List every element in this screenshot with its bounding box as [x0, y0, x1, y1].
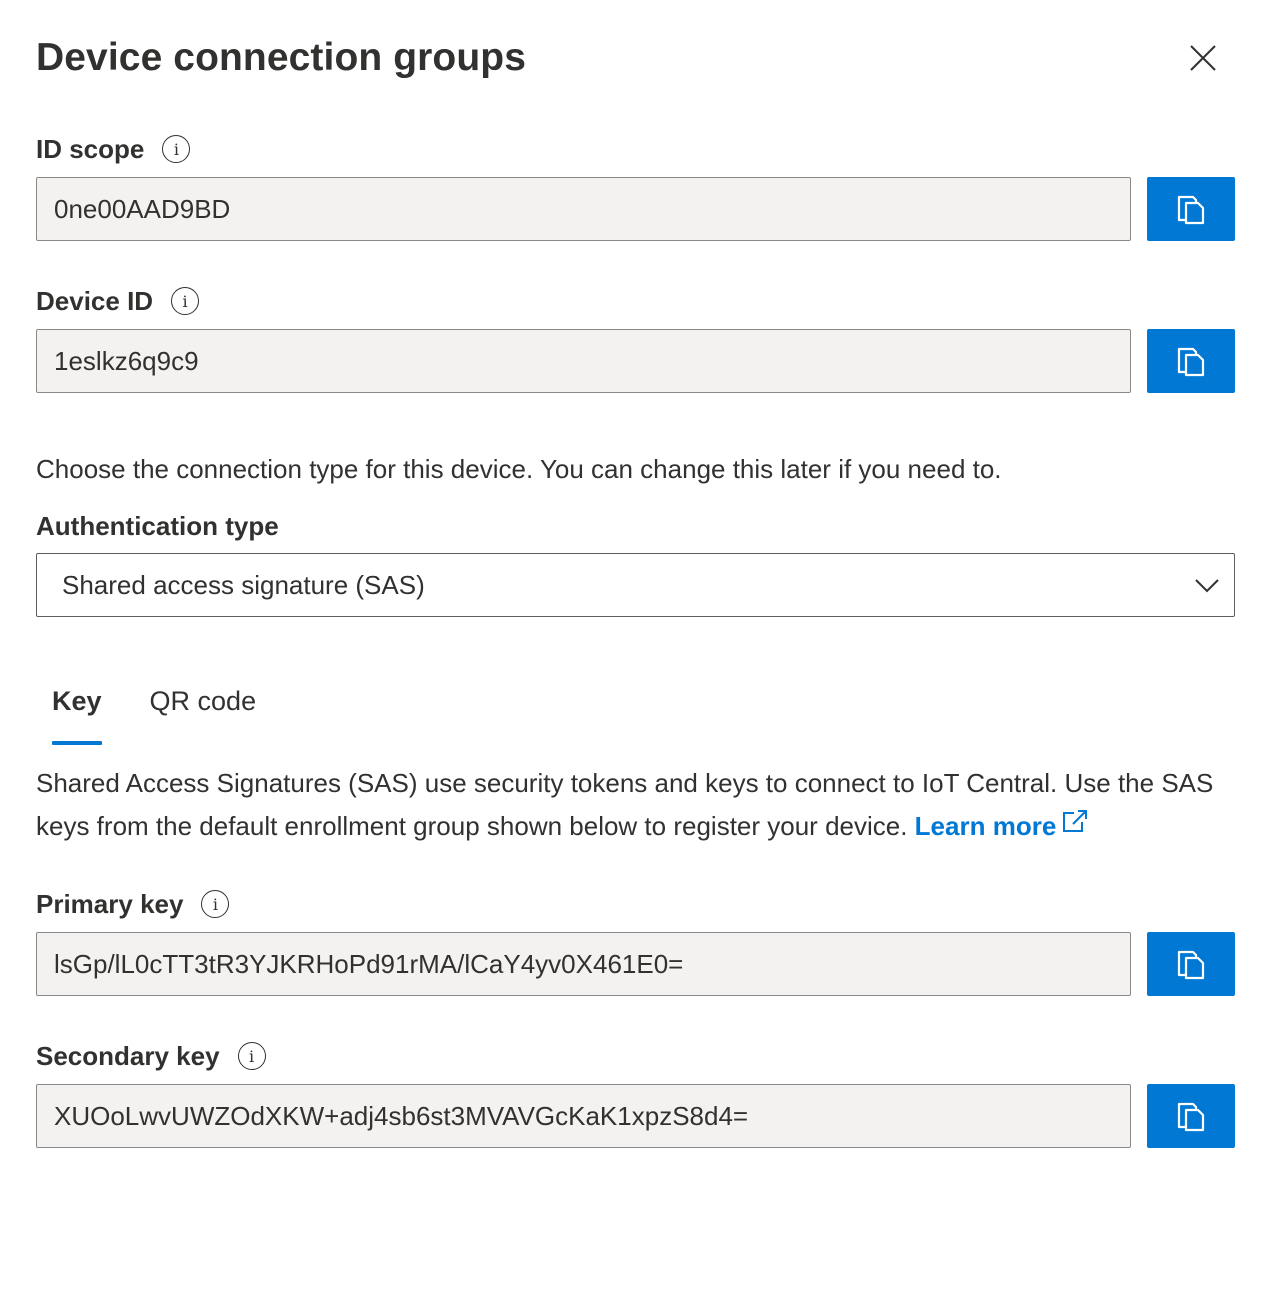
copy-icon: [1177, 347, 1205, 377]
authentication-type-label-text: Authentication type: [36, 510, 279, 541]
secondary-key-label: Secondary key i: [36, 1039, 266, 1073]
secondary-key-label-text: Secondary key: [36, 1040, 220, 1071]
sas-description: Shared Access Signatures (SAS) use secur…: [36, 762, 1236, 848]
authentication-type-selected: Shared access signature (SAS): [62, 569, 425, 600]
id-scope-field[interactable]: 0ne00AAD9BD: [36, 177, 1131, 241]
copy-icon: [1177, 950, 1205, 980]
info-icon[interactable]: i: [162, 135, 191, 163]
id-scope-label-text: ID scope: [36, 133, 145, 164]
id-scope-label: ID scope i: [36, 132, 191, 166]
device-id-label: Device ID i: [36, 284, 200, 318]
secondary-key-field[interactable]: XUOoLwvUWZOdXKW+adj4sb6st3MVAVGcKaK1xpzS…: [36, 1084, 1131, 1148]
tab-key[interactable]: Key: [36, 680, 118, 745]
info-icon[interactable]: i: [237, 1042, 266, 1070]
device-id-field[interactable]: 1eslkz6q9c9: [36, 329, 1131, 393]
primary-key-label: Primary key i: [36, 887, 230, 921]
key-tabs: Key QR code: [36, 680, 273, 745]
primary-key-label-text: Primary key: [36, 888, 184, 919]
tab-qr-code[interactable]: QR code: [134, 680, 273, 735]
learn-more-link[interactable]: Learn more: [914, 810, 1089, 841]
info-icon[interactable]: i: [171, 287, 200, 315]
copy-device-id-button[interactable]: [1147, 329, 1235, 393]
primary-key-field[interactable]: lsGp/lL0cTT3tR3YJKRHoPd91rMA/lCaY4yv0X46…: [36, 932, 1131, 996]
copy-icon: [1177, 195, 1205, 225]
panel-title: Device connection groups: [36, 36, 526, 79]
copy-icon: [1177, 1102, 1205, 1132]
authentication-type-dropdown[interactable]: Shared access signature (SAS): [36, 553, 1235, 617]
copy-secondary-key-button[interactable]: [1147, 1084, 1235, 1148]
copy-id-scope-button[interactable]: [1147, 177, 1235, 241]
close-icon: [1190, 45, 1216, 71]
info-icon[interactable]: i: [201, 890, 230, 918]
external-link-icon: [1063, 810, 1088, 832]
close-button[interactable]: [1183, 38, 1223, 78]
connection-helper-text: Choose the connection type for this devi…: [36, 454, 1002, 484]
learn-more-label: Learn more: [914, 811, 1057, 841]
authentication-type-label: Authentication type: [36, 509, 279, 543]
device-id-label-text: Device ID: [36, 285, 154, 316]
chevron-down-icon: [1195, 579, 1219, 593]
device-connection-panel: Device connection groups ID scope i 0ne0…: [0, 0, 1273, 1316]
copy-primary-key-button[interactable]: [1147, 932, 1235, 996]
